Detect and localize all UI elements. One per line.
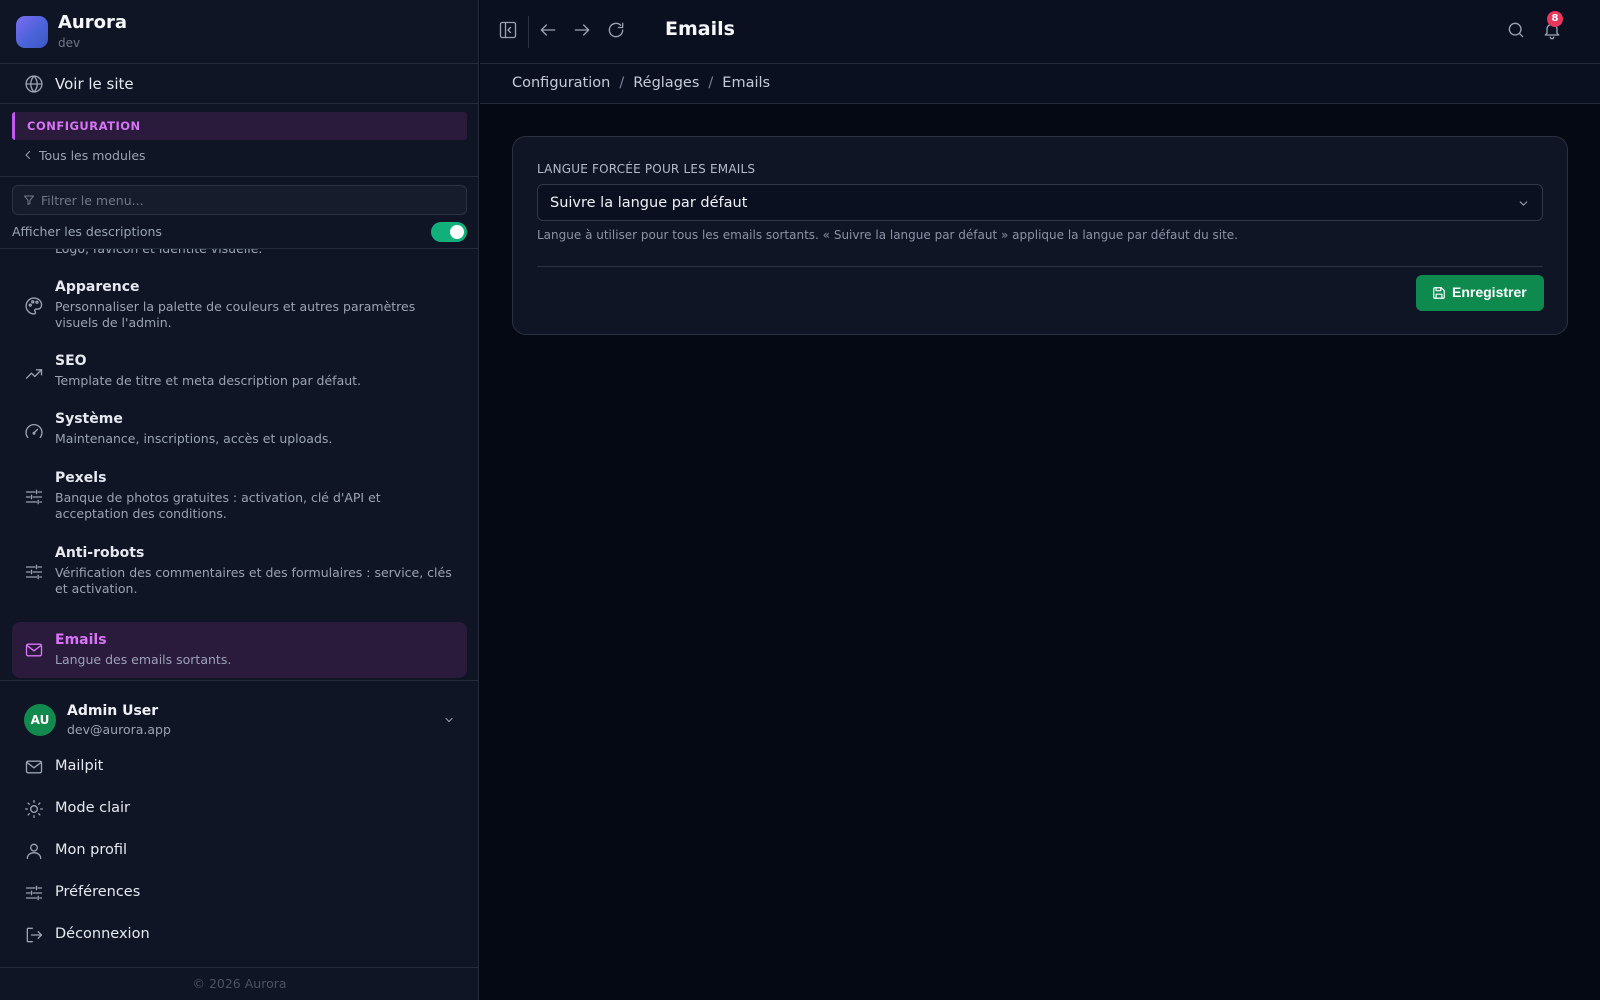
nav-item-title: Anti-robots [55, 545, 145, 561]
sliders-icon [24, 562, 44, 582]
email-settings-card: LANGUE FORCÉE POUR LES EMAILS Suivre la … [512, 136, 1568, 335]
nav-item-title: SEO [55, 353, 87, 369]
language-help-text: Langue à utiliser pour tous les emails s… [537, 228, 1238, 242]
profile-link[interactable]: Mon profil [12, 831, 467, 871]
descriptions-toggle-label: Afficher les descriptions [12, 224, 162, 239]
view-site-label: Voir le site [55, 75, 134, 93]
language-select-value: Suivre la langue par défaut [550, 195, 748, 211]
top-bar: Emails 8 [480, 0, 1600, 64]
nav-item-title: Pexels [55, 470, 107, 486]
toggle-knob [450, 225, 464, 239]
nav-item-title: Emails [55, 632, 107, 648]
app-logo [16, 16, 48, 48]
id-icon [24, 249, 44, 251]
mailpit-link[interactable]: Mailpit [12, 747, 467, 787]
card-divider [537, 266, 1543, 267]
nav-item-identite[interactable]: Logo, favicon et identité visuelle. [12, 249, 467, 265]
divider [0, 176, 479, 177]
nav-item-apparence[interactable]: Apparence Personnaliser la palette de co… [12, 279, 467, 339]
avatar: AU [24, 704, 56, 736]
breadcrumb-separator: / [708, 75, 714, 91]
nav-item-anti-robots[interactable]: Anti-robots Vérification des commentaire… [12, 545, 467, 605]
nav-item-title: Système [55, 411, 123, 427]
mailpit-label: Mailpit [55, 758, 104, 774]
language-field-label: LANGUE FORCÉE POUR LES EMAILS [537, 162, 756, 176]
menu-filter[interactable] [12, 185, 467, 215]
divider [0, 967, 479, 968]
breadcrumb: Configuration / Réglages / Emails [480, 64, 1600, 104]
mail-icon [24, 640, 44, 660]
nav-item-desc: Maintenance, inscriptions, accès et uplo… [55, 431, 333, 446]
brand-header: Aurora dev [0, 0, 479, 64]
user-email: dev@aurora.app [67, 722, 171, 737]
breadcrumb-separator: / [619, 75, 625, 91]
nav-item-desc: Langue des emails sortants. [55, 652, 232, 667]
sun-icon [24, 799, 44, 819]
nav-item-systeme[interactable]: Système Maintenance, inscriptions, accès… [12, 411, 467, 455]
descriptions-toggle[interactable] [431, 222, 467, 242]
chevron-down-icon [443, 714, 455, 726]
sliders-icon [24, 487, 44, 507]
light-mode-label: Mode clair [55, 800, 130, 816]
palette-icon [24, 296, 44, 316]
user-name: Admin User [67, 703, 159, 719]
toolbar-divider [528, 16, 529, 48]
mail-icon [24, 757, 44, 777]
breadcrumb-reglages[interactable]: Réglages [633, 75, 699, 91]
user-menu[interactable]: AU Admin User dev@aurora.app [12, 696, 467, 740]
app-name: Aurora [58, 12, 128, 33]
app-env: dev [58, 36, 81, 50]
trending-up-icon [24, 364, 44, 384]
sliders-icon [24, 883, 44, 903]
section-title: CONFIGURATION [27, 119, 141, 133]
page-title: Emails [665, 18, 735, 40]
view-site-link[interactable]: Voir le site [0, 64, 479, 104]
save-label: Enregistrer [1452, 284, 1527, 300]
breadcrumb-configuration[interactable]: Configuration [512, 75, 610, 91]
toggle-sidebar-icon[interactable] [498, 20, 518, 40]
filter-icon [23, 194, 35, 206]
globe-icon [24, 74, 44, 94]
divider [0, 680, 479, 681]
logout-button[interactable]: Déconnexion [12, 915, 467, 955]
module-nav: Logo, favicon et identité visuelle. Appa… [0, 249, 479, 680]
nav-item-pexels[interactable]: Pexels Banque de photos gratuites : acti… [12, 470, 467, 530]
save-icon [1432, 286, 1446, 300]
preferences-label: Préférences [55, 884, 141, 900]
language-select[interactable]: Suivre la langue par défaut [537, 184, 1543, 221]
logout-label: Déconnexion [55, 926, 150, 942]
nav-item-desc: Banque de photos gratuites : activation,… [55, 490, 381, 521]
nav-item-desc: Template de titre et meta description pa… [55, 373, 362, 388]
forward-arrow-icon[interactable] [572, 20, 592, 40]
nav-item-title: Apparence [55, 279, 140, 295]
nav-item-desc: Vérification des commentaires et des for… [55, 565, 452, 596]
light-mode-button[interactable]: Mode clair [12, 789, 467, 829]
user-icon [24, 841, 44, 861]
preferences-link[interactable]: Préférences [12, 873, 467, 913]
menu-filter-input[interactable] [41, 186, 456, 214]
nav-item-seo[interactable]: SEO Template de titre et meta descriptio… [12, 353, 467, 397]
section-header: CONFIGURATION [12, 112, 467, 140]
chevron-down-icon [1517, 197, 1530, 210]
sidebar: Aurora dev Voir le site CONFIGURATION To… [0, 0, 479, 1000]
search-icon[interactable] [1506, 20, 1526, 40]
chevron-left-icon [22, 149, 34, 161]
notification-badge: 8 [1547, 11, 1563, 27]
nav-item-desc: Logo, favicon et identité visuelle. [55, 249, 455, 257]
descriptions-toggle-row: Afficher les descriptions [12, 222, 467, 242]
refresh-icon[interactable] [606, 20, 626, 40]
profile-label: Mon profil [55, 842, 128, 858]
copyright: © 2026 Aurora [192, 976, 287, 991]
logout-icon [24, 925, 44, 945]
breadcrumb-emails: Emails [722, 75, 771, 91]
breadcrumb-trail: Configuration / Réglages / Emails [512, 75, 770, 91]
nav-item-desc: Personnaliser la palette de couleurs et … [55, 299, 416, 330]
all-modules-label: Tous les modules [39, 148, 146, 163]
nav-item-emails[interactable]: Emails Langue des emails sortants. [12, 622, 467, 678]
save-button[interactable]: Enregistrer [1416, 275, 1544, 311]
back-arrow-icon[interactable] [538, 20, 558, 40]
gauge-icon [24, 422, 44, 442]
